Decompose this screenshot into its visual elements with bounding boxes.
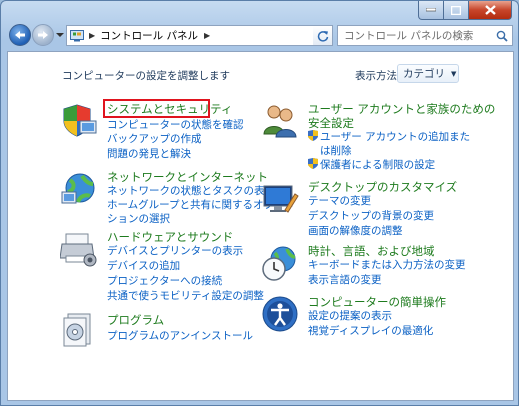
search-box[interactable]: コントロール パネルの検索	[337, 25, 513, 46]
category-hardware-sound[interactable]: ハードウェアとサウンド	[107, 230, 233, 244]
back-arrow-icon	[15, 31, 25, 39]
window-frame: ▶ コントロール パネル ▶ コントロール パネルの検索 コンピューターの設定を…	[0, 0, 519, 406]
back-button[interactable]	[9, 24, 31, 46]
uac-shield-icon	[308, 158, 318, 169]
breadcrumb-separator-icon[interactable]: ▶	[204, 31, 210, 40]
refresh-button[interactable]	[313, 25, 333, 46]
link-optimize-visual-display[interactable]: 視覚ディスプレイの最適化	[308, 324, 433, 338]
view-by-label: 表示方法:	[355, 70, 401, 82]
link-mobility-settings[interactable]: 共通で使うモビリティ設定の調整	[107, 289, 264, 303]
recent-pages-dropdown-icon[interactable]	[56, 31, 64, 39]
link-suggested-settings[interactable]: 設定の提案の表示	[308, 309, 392, 323]
link-change-display-language[interactable]: 表示言語の変更	[308, 273, 382, 287]
link-change-keyboards[interactable]: キーボードまたは入力方法の変更	[308, 258, 466, 272]
view-by-dropdown[interactable]: カテゴリ ▼	[397, 64, 459, 83]
category-clock-language-region[interactable]: 時計、言語、および地域	[308, 244, 435, 258]
ease-of-access-icon[interactable]	[261, 295, 299, 333]
network-internet-icon[interactable]	[60, 170, 98, 208]
uac-shield-icon	[308, 130, 318, 141]
page-heading: コンピューターの設定を調整します	[62, 70, 230, 82]
close-button[interactable]	[469, 1, 512, 20]
link-parental-controls-text: 保護者による制限の設定	[320, 159, 436, 171]
maximize-button[interactable]	[444, 1, 469, 20]
forward-button[interactable]	[32, 24, 54, 46]
minimize-icon	[426, 8, 436, 12]
link-change-background[interactable]: デスクトップの背景の変更	[308, 209, 434, 223]
link-devices-printers[interactable]: デバイスとプリンターの表示	[107, 244, 243, 258]
link-find-fix-problems[interactable]: 問題の発見と解決	[107, 147, 191, 161]
link-uninstall-program[interactable]: プログラムのアンインストール	[107, 329, 253, 343]
highlight-box	[103, 99, 210, 118]
forward-arrow-icon	[38, 31, 48, 39]
link-connect-projector[interactable]: プロジェクターへの接続	[107, 274, 222, 288]
programs-icon[interactable]	[60, 310, 98, 348]
search-input[interactable]: コントロール パネルの検索	[344, 28, 473, 43]
link-homegroup-options[interactable]: ホームグループと共有に関するオプ	[107, 198, 274, 212]
close-icon	[484, 5, 496, 15]
link-network-status[interactable]: ネットワークの状態とタスクの表示	[107, 184, 275, 198]
hardware-sound-icon[interactable]	[60, 230, 98, 268]
link-parental-controls[interactable]: 保護者による制限の設定	[308, 158, 435, 172]
system-security-icon[interactable]	[60, 101, 98, 139]
link-adjust-resolution[interactable]: 画面の解像度の調整	[308, 224, 403, 238]
caption-buttons	[418, 1, 512, 20]
control-panel-icon	[70, 29, 84, 41]
chevron-down-icon: ▼	[451, 69, 457, 78]
category-ease-of-access[interactable]: コンピューターの簡単操作	[308, 295, 446, 309]
link-add-remove-accounts[interactable]: ユーザー アカウントの追加また	[308, 130, 470, 144]
address-bar[interactable]: ▶ コントロール パネル ▶	[66, 25, 332, 46]
minimize-button[interactable]	[418, 1, 444, 20]
link-add-remove-accounts-cont[interactable]: は削除	[320, 144, 352, 158]
link-check-computer-status[interactable]: コンピューターの状態を確認	[107, 118, 244, 132]
category-network-internet[interactable]: ネットワークとインターネット	[107, 170, 268, 184]
link-homegroup-options-cont[interactable]: ションの選択	[107, 212, 170, 226]
content-pane: コンピューターの設定を調整します 表示方法: カテゴリ ▼ システムとセキュリテ…	[7, 51, 514, 401]
category-programs[interactable]: プログラム	[107, 313, 164, 327]
user-accounts-icon[interactable]	[261, 102, 299, 140]
link-add-remove-accounts-text: ユーザー アカウントの追加また	[320, 131, 471, 143]
view-by-value: カテゴリ	[403, 68, 445, 80]
link-create-backup[interactable]: バックアップの作成	[107, 132, 202, 146]
navigation-bar: ▶ コントロール パネル ▶ コントロール パネルの検索	[7, 23, 514, 49]
link-change-theme[interactable]: テーマの変更	[308, 194, 371, 208]
clock-language-region-icon[interactable]	[261, 245, 299, 283]
breadcrumb-separator-icon[interactable]: ▶	[89, 31, 95, 40]
category-user-accounts-line1[interactable]: ユーザー アカウントと家族のための	[308, 102, 495, 116]
refresh-icon	[317, 30, 328, 42]
link-add-device[interactable]: デバイスの追加	[107, 259, 180, 273]
maximize-icon	[451, 5, 461, 15]
breadcrumb-control-panel[interactable]: コントロール パネル	[100, 28, 198, 43]
category-user-accounts-line2[interactable]: 安全設定	[308, 116, 354, 130]
category-desktop-customization[interactable]: デスクトップのカスタマイズ	[308, 180, 457, 194]
search-icon[interactable]	[496, 30, 508, 42]
appearance-personalization-icon[interactable]	[261, 180, 299, 218]
